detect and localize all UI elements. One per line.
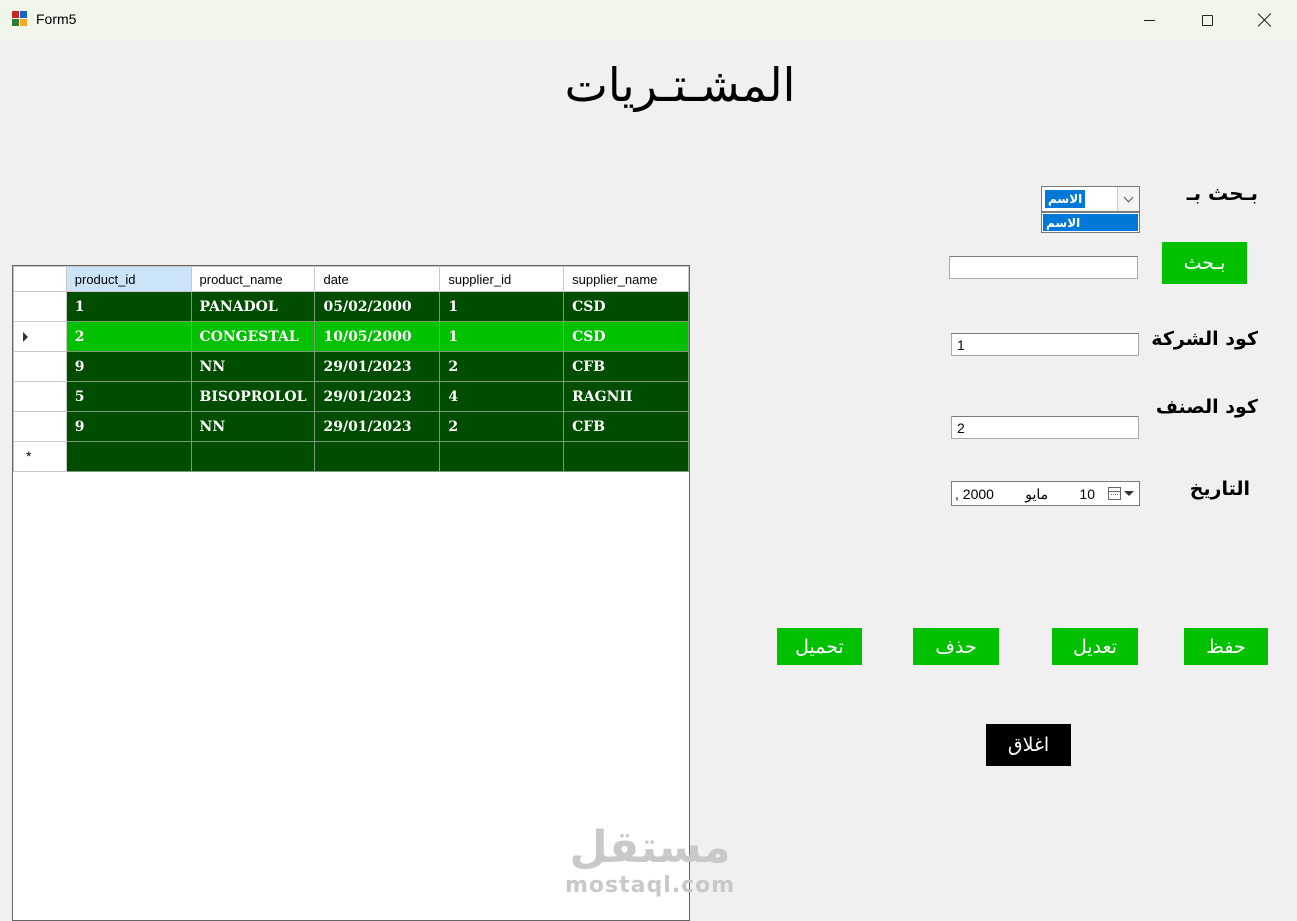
grid-table: product_id product_name date supplier_id… [13, 266, 689, 472]
row-header[interactable] [13, 381, 67, 412]
column-header[interactable]: product_id [65, 266, 192, 292]
table-cell[interactable] [314, 441, 441, 472]
table-cell[interactable]: 10/05/2000 [314, 321, 441, 352]
table-row[interactable]: 9 NN 29/01/2023 2 CFB [13, 411, 689, 442]
grid-header-row: product_id product_name date supplier_id… [13, 266, 689, 292]
search-button[interactable]: بـحث [1162, 242, 1247, 284]
row-header[interactable] [13, 321, 67, 352]
date-month: مايو [1025, 486, 1049, 502]
watermark: مستقل mostaql.com [565, 822, 735, 898]
minimize-button[interactable] [1120, 0, 1178, 40]
close-window-button[interactable] [1236, 0, 1294, 40]
table-cell[interactable]: 2 [439, 411, 565, 442]
table-row[interactable]: 5 BISOPROLOL 29/01/2023 4 RAGNII [13, 381, 689, 412]
table-cell[interactable]: 2 [65, 321, 192, 352]
column-header[interactable]: product_name [190, 266, 316, 292]
delete-button[interactable]: حذف [913, 628, 999, 665]
page-title: المشـتـريات [564, 58, 796, 112]
row-header[interactable]: * [13, 441, 67, 472]
table-cell[interactable]: 1 [65, 291, 192, 322]
supplier-code-label: كود الشركة [1151, 328, 1258, 350]
item-code-label: كود الصنف [1155, 396, 1258, 418]
window-title: Form5 [36, 11, 77, 27]
dropdown-arrow-icon[interactable] [1124, 491, 1134, 496]
table-row[interactable]: 1 PANADOL 05/02/2000 1 CSD [13, 291, 689, 322]
maximize-icon [1201, 14, 1213, 26]
edit-button[interactable]: تعديل [1052, 628, 1138, 665]
minimize-icon [1143, 19, 1155, 21]
date-value: , 2000 مايو 10 [955, 486, 1095, 503]
supplier-code-field[interactable] [951, 333, 1139, 356]
table-cell[interactable]: CFB [563, 351, 689, 382]
search-by-combo[interactable]: الاسم [1041, 186, 1140, 212]
table-cell[interactable]: 9 [65, 351, 192, 382]
grid-corner-header[interactable] [13, 266, 67, 292]
table-cell[interactable]: CFB [563, 411, 689, 442]
watermark-arabic: مستقل [569, 822, 731, 873]
column-header[interactable]: supplier_name [563, 266, 689, 292]
table-cell[interactable]: NN [190, 411, 316, 442]
combo-option[interactable]: الاسم [1043, 214, 1138, 231]
table-cell[interactable]: 4 [439, 381, 565, 412]
table-cell[interactable]: 2 [439, 351, 565, 382]
table-cell[interactable]: 5 [65, 381, 192, 412]
table-row-selected[interactable]: 2 CONGESTAL 10/05/2000 1 CSD [13, 321, 689, 352]
date-year: , 2000 [955, 486, 994, 502]
new-row-marker: * [26, 448, 32, 464]
table-cell[interactable]: 1 [439, 291, 565, 322]
new-row[interactable]: * [13, 441, 689, 472]
watermark-latin: mostaql.com [565, 873, 736, 898]
table-cell[interactable]: 29/01/2023 [314, 351, 441, 382]
maximize-button[interactable] [1178, 0, 1236, 40]
close-button[interactable]: اغلاق [986, 724, 1071, 766]
table-cell[interactable]: CONGESTAL [190, 321, 316, 352]
table-cell[interactable]: PANADOL [190, 291, 316, 322]
table-row[interactable]: 9 NN 29/01/2023 2 CFB [13, 351, 689, 382]
item-code-field[interactable] [951, 416, 1139, 439]
row-header[interactable] [13, 351, 67, 382]
table-cell[interactable]: 29/01/2023 [314, 411, 441, 442]
row-header[interactable] [13, 411, 67, 442]
search-input[interactable] [949, 256, 1138, 279]
table-cell[interactable]: RAGNII [563, 381, 689, 412]
table-cell[interactable]: CSD [563, 291, 689, 322]
table-cell[interactable]: CSD [563, 321, 689, 352]
combo-selected-value: الاسم [1045, 190, 1086, 208]
column-header[interactable]: date [314, 266, 441, 292]
table-cell[interactable]: 29/01/2023 [314, 381, 441, 412]
column-header[interactable]: supplier_id [439, 266, 565, 292]
date-label: التاريخ [1189, 478, 1250, 500]
table-cell[interactable]: 05/02/2000 [314, 291, 441, 322]
table-cell[interactable]: 1 [439, 321, 565, 352]
combo-dropdown-button[interactable] [1117, 187, 1139, 211]
close-icon [1258, 13, 1272, 27]
table-cell[interactable]: 9 [65, 411, 192, 442]
combo-dropdown-list: الاسم [1041, 212, 1140, 233]
current-row-icon [23, 332, 28, 342]
calendar-icon[interactable] [1108, 487, 1121, 500]
table-cell[interactable] [439, 441, 565, 472]
table-cell[interactable]: NN [190, 351, 316, 382]
window-title-bar: Form5 [0, 0, 1297, 40]
load-button[interactable]: تحميل [777, 628, 862, 665]
row-header[interactable] [13, 291, 67, 322]
table-cell[interactable] [190, 441, 316, 472]
table-cell[interactable] [65, 441, 192, 472]
search-by-label: بـحث بـ [1186, 181, 1258, 205]
table-cell[interactable]: BISOPROLOL [190, 381, 316, 412]
chevron-down-icon [1123, 192, 1134, 202]
save-button[interactable]: حفظ [1184, 628, 1268, 665]
date-picker[interactable]: , 2000 مايو 10 [951, 481, 1140, 506]
table-cell[interactable] [563, 441, 689, 472]
app-icon [12, 11, 28, 27]
date-day: 10 [1079, 486, 1095, 502]
